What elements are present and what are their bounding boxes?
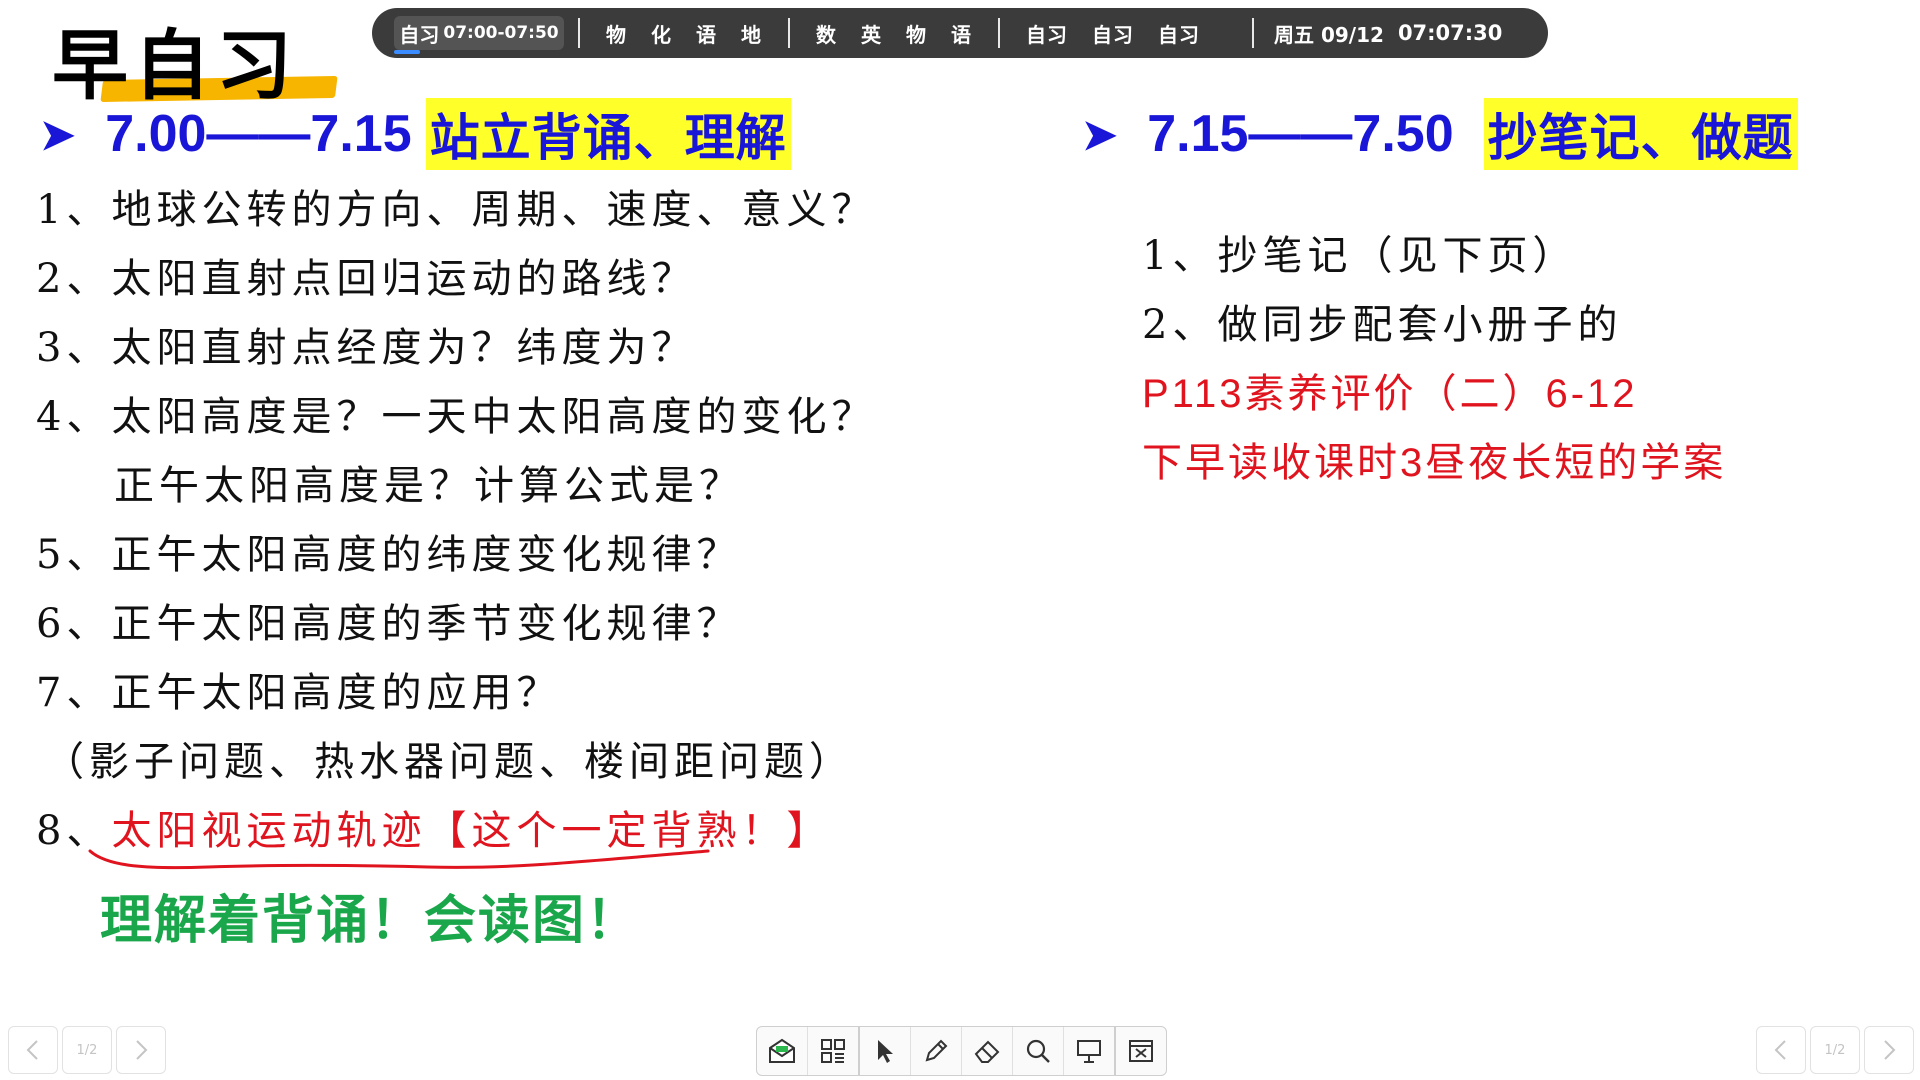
list-item: 1、地球公转的方向、周期、速度、意义？ — [36, 187, 877, 233]
left-section-heading: ➤ 7.00——7.15 站立背诵、理解 — [40, 98, 791, 170]
next-page-button[interactable] — [116, 1026, 166, 1074]
chevron-left-icon — [1774, 1040, 1786, 1060]
chevron-left-icon — [26, 1040, 38, 1060]
arrow-bullet-icon: ➤ — [40, 110, 76, 158]
pen-tool-button[interactable] — [911, 1027, 962, 1075]
prev-page-button[interactable] — [8, 1026, 58, 1074]
list-item: 2、太阳直射点回归运动的路线？ — [36, 256, 697, 302]
list-item-red: P113素养评价（二）6-12 — [1142, 372, 1638, 416]
list-item-highlighted: 8、太阳视运动轨迹【这个一定背熟！】 — [36, 801, 1036, 870]
divider — [788, 18, 790, 48]
period-group-3: 自习 自习 自习 — [1014, 19, 1212, 48]
task-list: 1、抄笔记（见下页） 2、做同步配套小册子的 P113素养评价（二）6-12 下… — [1142, 226, 1902, 502]
period-item[interactable]: 物 — [606, 19, 627, 48]
page-nav-left: 1/2 — [8, 1026, 170, 1074]
right-section-task: 抄笔记、做题 — [1483, 98, 1798, 170]
divider — [998, 18, 1000, 48]
envelope-tool-button[interactable] — [757, 1027, 808, 1075]
list-item: 1、抄笔记（见下页） — [1142, 233, 1578, 279]
chevron-right-icon — [136, 1040, 148, 1060]
period-item[interactable]: 英 — [861, 19, 882, 48]
list-item-red: 下早读收课时3昼夜长短的学案 — [1142, 441, 1727, 485]
exit-tool-button[interactable] — [1116, 1027, 1166, 1075]
left-section-time: 7.00——7.15 — [105, 105, 412, 163]
list-item: 6、正午太阳高度的季节变化规律？ — [36, 601, 742, 647]
envelope-icon — [769, 1038, 795, 1063]
period-item[interactable]: 自习 — [1026, 19, 1068, 48]
prev-page-button[interactable] — [1756, 1026, 1806, 1074]
arrow-bullet-icon: ➤ — [1082, 110, 1118, 158]
list-item: 5、正午太阳高度的纬度变化规律？ — [36, 532, 742, 578]
eraser-tool-button[interactable] — [962, 1027, 1013, 1075]
review-question-list: 1、地球公转的方向、周期、速度、意义？ 2、太阳直射点回归运动的路线？ 3、太阳… — [36, 180, 1036, 870]
zoom-tool-button[interactable] — [1013, 1027, 1064, 1075]
period-progress-bar — [394, 50, 420, 54]
handwritten-underline — [88, 849, 710, 870]
divider — [1252, 18, 1254, 48]
list-item: 4、太阳高度是？一天中太阳高度的变化？ — [36, 394, 877, 440]
list-item: 7、正午太阳高度的应用？ — [36, 670, 562, 716]
apps-tool-button[interactable] — [808, 1027, 860, 1075]
grid-icon — [821, 1039, 845, 1063]
left-section-task: 站立背诵、理解 — [425, 98, 791, 170]
period-item[interactable]: 数 — [816, 19, 837, 48]
period-item[interactable]: 自习 — [1158, 19, 1200, 48]
right-section-time: 7.15——7.50 — [1147, 105, 1454, 163]
next-page-button[interactable] — [1864, 1026, 1914, 1074]
clock-display: 07:07:30 — [1397, 21, 1503, 45]
search-icon — [1026, 1039, 1050, 1063]
list-item: 3、太阳直射点经度为？纬度为？ — [36, 325, 697, 371]
eraser-icon — [974, 1040, 1000, 1063]
list-item: （影子问题、热水器问题、楼间距问题） — [44, 739, 854, 785]
pen-icon — [925, 1039, 948, 1062]
page-title-block: 早自习 — [52, 4, 342, 110]
period-item[interactable]: 化 — [651, 19, 672, 48]
period-item[interactable]: 语 — [696, 19, 717, 48]
current-period[interactable]: 自习 07:00-07:50 — [394, 16, 564, 54]
period-item[interactable]: 自习 — [1092, 19, 1134, 48]
period-group-2: 数 英 物 语 — [804, 19, 984, 48]
period-item[interactable]: 语 — [951, 19, 972, 48]
period-group-1: 物 化 语 地 — [594, 19, 774, 48]
right-section-heading: ➤ 7.15——7.50 抄笔记、做题 — [1082, 98, 1798, 170]
period-item[interactable]: 物 — [906, 19, 927, 48]
exit-icon — [1129, 1040, 1153, 1062]
divider — [578, 18, 580, 48]
cursor-icon — [878, 1040, 893, 1063]
select-tool-button[interactable] — [860, 1027, 911, 1075]
list-item: 2、做同步配套小册子的 — [1142, 302, 1623, 348]
annotation-toolbar — [756, 1026, 1167, 1076]
period-item[interactable]: 地 — [741, 19, 762, 48]
date-display: 周五 09/12 — [1274, 22, 1384, 47]
current-period-label: 自习 — [399, 22, 440, 47]
whiteboard-tool-button[interactable] — [1064, 1027, 1116, 1075]
chevron-right-icon — [1884, 1040, 1896, 1060]
page-indicator[interactable]: 1/2 — [1810, 1026, 1860, 1074]
schedule-bar: 自习 07:00-07:50 物 化 语 地 数 英 物 语 自习 自习 自习 … — [372, 8, 1548, 58]
board-icon — [1077, 1040, 1101, 1063]
page-nav-right: 1/2 — [1756, 1026, 1918, 1074]
page-indicator[interactable]: 1/2 — [62, 1026, 112, 1074]
study-tip-note: 理解着背诵！会读图！ — [100, 890, 641, 951]
list-item: 正午太阳高度是？计算公式是？ — [114, 463, 744, 509]
current-period-time: 07:00-07:50 — [443, 23, 559, 43]
